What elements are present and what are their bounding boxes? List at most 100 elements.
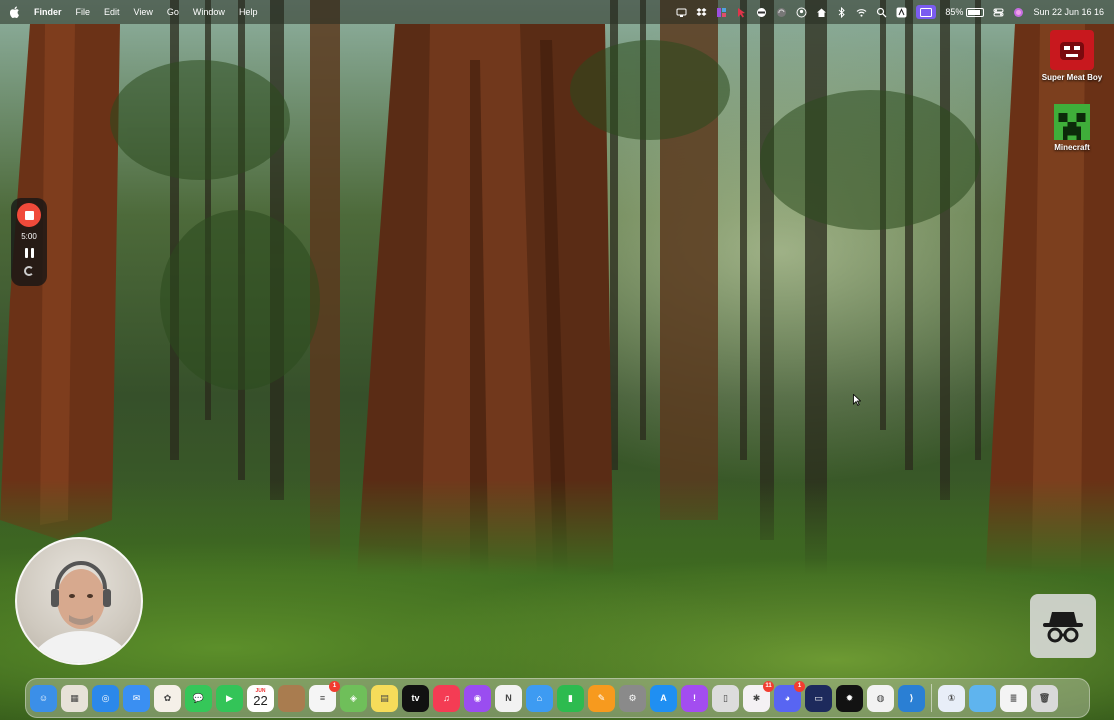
discord-icon[interactable]: ◕ 1 bbox=[774, 680, 805, 712]
incognito-widget[interactable] bbox=[1030, 594, 1096, 658]
bluetooth-icon[interactable] bbox=[836, 6, 847, 18]
desktop-icon-super-meat-boy[interactable]: Super Meat Boy bbox=[1032, 30, 1112, 82]
super-meat-boy-icon bbox=[1050, 30, 1094, 70]
refresh-icon[interactable] bbox=[24, 266, 34, 276]
dropbox-icon[interactable] bbox=[696, 7, 707, 18]
dark-blue-app-icon[interactable]: ▭ bbox=[805, 684, 832, 712]
settings-gear-icon[interactable]: ⚙ bbox=[619, 684, 646, 712]
trash-icon[interactable]: 🗑 bbox=[1031, 684, 1058, 712]
launchpad-icon[interactable]: ▦ bbox=[61, 684, 88, 712]
siri-icon[interactable] bbox=[1013, 7, 1024, 18]
dock-app-glyph: ☺ bbox=[38, 693, 49, 703]
screen-share-icon[interactable] bbox=[916, 5, 937, 19]
reminders-icon[interactable]: ≡ 1 bbox=[309, 680, 340, 712]
app-store-icon[interactable]: A bbox=[650, 684, 677, 712]
dock-app-glyph: ≡ bbox=[319, 693, 326, 703]
onepassword-icon[interactable]: ① bbox=[938, 684, 965, 712]
dock-app-glyph: ✉ bbox=[132, 692, 141, 703]
maps-icon[interactable]: ◈ bbox=[340, 684, 367, 712]
slack-icon[interactable]: ✱ 11 bbox=[743, 680, 774, 712]
calendar-icon[interactable]: JUN 22 bbox=[247, 684, 274, 712]
dock-app-glyph: ◉ bbox=[473, 692, 482, 703]
documents-stack-icon[interactable]: ≣ bbox=[1000, 684, 1027, 712]
battery-indicator[interactable]: 85% bbox=[945, 7, 985, 17]
dock-app-glyph: 🗑 bbox=[1038, 692, 1051, 703]
home-icon[interactable] bbox=[816, 7, 827, 18]
dock-app-glyph: ⟩ bbox=[909, 692, 914, 703]
user-icon[interactable] bbox=[796, 7, 807, 18]
dock-app-glyph: ✎ bbox=[597, 692, 606, 703]
safari-icon[interactable]: ◎ bbox=[92, 684, 119, 712]
screen-mirror-icon[interactable] bbox=[676, 7, 687, 18]
menu-bar-status-area: 85% Sun 22 Jun 16 16 bbox=[676, 5, 1104, 19]
yellow-gear-icon[interactable]: ✹ bbox=[836, 684, 863, 712]
pause-icon-bar bbox=[30, 248, 34, 258]
vpn-icon[interactable] bbox=[756, 7, 767, 18]
menu-edit[interactable]: Edit bbox=[104, 7, 120, 17]
apple-tv-icon[interactable]: tv bbox=[402, 684, 429, 712]
desktop-wallpaper bbox=[0, 0, 1114, 720]
finder-icon[interactable]: ☺ bbox=[30, 684, 57, 712]
notification-badge: 1 bbox=[329, 680, 340, 692]
dock-app-glyph: ◕ bbox=[784, 693, 791, 703]
dock-app-glyph: tv bbox=[411, 693, 420, 703]
desktop-icon-minecraft[interactable]: Minecraft bbox=[1032, 104, 1112, 152]
dock-app-glyph: ▮ bbox=[568, 692, 573, 703]
folder-icon[interactable] bbox=[969, 684, 996, 712]
pause-recording-button[interactable] bbox=[24, 248, 34, 258]
dock-app-glyph: ! bbox=[693, 693, 696, 703]
apple-menu-icon[interactable] bbox=[9, 6, 20, 18]
iphone-mirroring-icon[interactable]: ▯ bbox=[712, 684, 739, 712]
dock-app-glyph: A bbox=[660, 693, 667, 703]
menu-go[interactable]: Go bbox=[167, 7, 179, 17]
desktop-icon-label: Super Meat Boy bbox=[1041, 73, 1103, 82]
brown-folder-icon[interactable] bbox=[278, 684, 305, 712]
messages-icon[interactable]: 💬 bbox=[185, 684, 212, 712]
notes-icon[interactable]: ▤ bbox=[371, 684, 398, 712]
recording-timer: 5:00 bbox=[21, 232, 37, 241]
photos-icon[interactable]: ✿ bbox=[154, 684, 181, 712]
menu-view[interactable]: View bbox=[134, 7, 153, 17]
dock-app-glyph: ⚙ bbox=[628, 692, 637, 703]
menu-file[interactable]: File bbox=[76, 7, 91, 17]
dock-app-glyph: ◈ bbox=[350, 692, 357, 703]
dock-app-glyph: ≣ bbox=[1009, 692, 1018, 703]
incognito-spy-icon bbox=[1043, 612, 1083, 643]
wifi-icon[interactable] bbox=[856, 7, 867, 18]
battery-icon bbox=[966, 7, 985, 17]
stop-recording-button[interactable] bbox=[17, 203, 41, 227]
chrome-icon[interactable]: ◍ bbox=[867, 684, 894, 712]
menu-app-name[interactable]: Finder bbox=[34, 7, 62, 17]
stop-icon bbox=[24, 210, 34, 220]
dock-app-glyph: ▶ bbox=[226, 692, 233, 703]
keynote-icon[interactable]: ⌂ bbox=[526, 684, 553, 712]
grid-app-icon[interactable] bbox=[716, 7, 727, 18]
numbers-icon[interactable]: ▮ bbox=[557, 684, 584, 712]
menu-clock[interactable]: Sun 22 Jun 16 16 bbox=[1033, 7, 1104, 17]
menu-help[interactable]: Help bbox=[239, 7, 258, 17]
podcasts-icon[interactable]: ◉ bbox=[464, 684, 491, 712]
facetime-icon[interactable]: ▶ bbox=[216, 684, 243, 712]
pages-icon[interactable]: ✎ bbox=[588, 684, 615, 712]
webcam-person-image bbox=[28, 561, 134, 663]
screen-recording-controls: 5:00 bbox=[11, 198, 47, 286]
cursor-app-icon[interactable] bbox=[736, 7, 747, 18]
dock-app-glyph: N bbox=[505, 693, 512, 703]
news-icon[interactable]: N bbox=[495, 684, 522, 712]
webcam-overlay[interactable] bbox=[15, 537, 143, 665]
text-app-icon[interactable] bbox=[896, 7, 907, 18]
control-center-icon[interactable] bbox=[993, 7, 1004, 18]
search-icon[interactable] bbox=[876, 7, 887, 18]
dock-app-glyph: ▦ bbox=[70, 692, 79, 703]
music-icon[interactable]: ♫ bbox=[433, 684, 460, 712]
pause-icon bbox=[24, 248, 28, 258]
menu-window[interactable]: Window bbox=[193, 7, 225, 17]
sync-icon[interactable] bbox=[776, 7, 787, 18]
mail-icon[interactable]: ✉ bbox=[123, 684, 150, 712]
feedback-icon[interactable]: ! bbox=[681, 684, 708, 712]
dock-app-glyph: ① bbox=[947, 692, 956, 703]
battery-percent: 85% bbox=[945, 7, 964, 17]
vscode-icon[interactable]: ⟩ bbox=[898, 684, 925, 712]
dock-app-glyph: ✹ bbox=[845, 692, 854, 703]
calendar-day: 22 bbox=[253, 693, 268, 708]
